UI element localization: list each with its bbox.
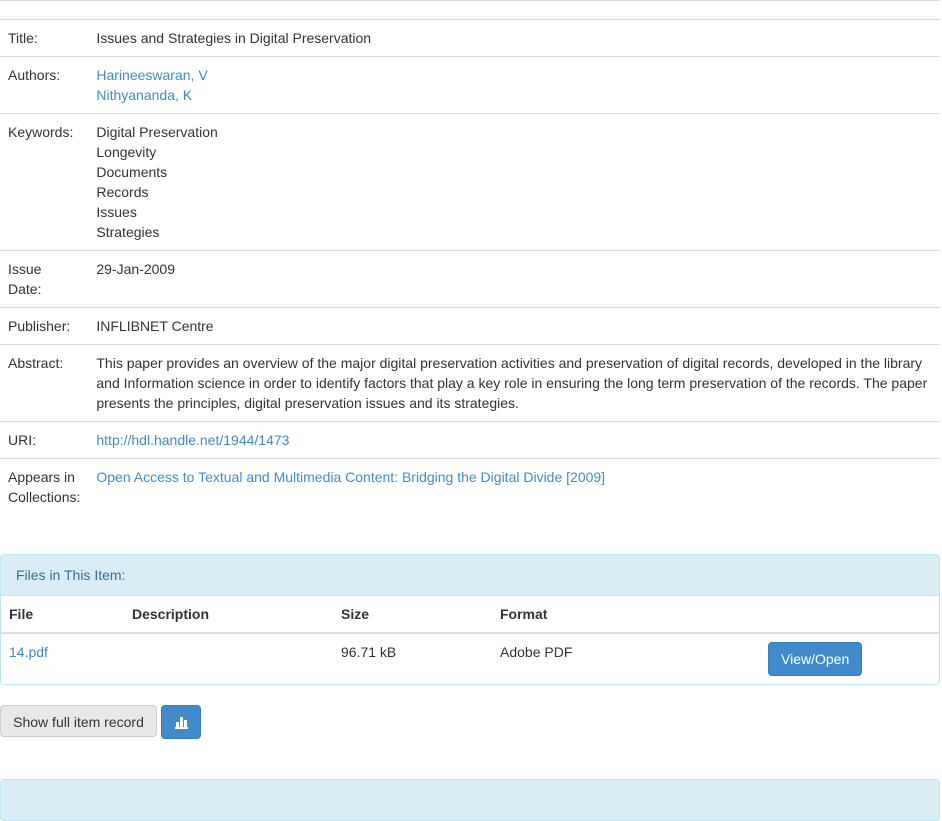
keywords-label: Keywords: bbox=[0, 113, 89, 251]
table-top-row bbox=[0, 0, 940, 20]
abstract-row: Abstract: This paper provides an overvie… bbox=[0, 344, 940, 422]
view-open-button[interactable]: View/Open bbox=[768, 642, 863, 676]
files-header-row: File Description Size Format bbox=[1, 596, 939, 634]
publisher-value: INFLIBNET Centre bbox=[88, 307, 940, 345]
publisher-row: Publisher: INFLIBNET Centre bbox=[0, 307, 940, 345]
action-cell: View/Open bbox=[760, 633, 939, 684]
author-link[interactable]: Harineeswaran, V bbox=[96, 67, 207, 83]
uri-row: URI: http://hdl.handle.net/1944/1473 bbox=[0, 421, 940, 459]
col-action bbox=[760, 596, 939, 634]
uri-label: URI: bbox=[0, 421, 89, 459]
publisher-label: Publisher: bbox=[0, 307, 89, 345]
keyword: Records bbox=[96, 184, 149, 200]
abstract-value: This paper provides an overview of the m… bbox=[88, 344, 940, 422]
format-cell: Adobe PDF bbox=[500, 644, 573, 660]
col-format: Format bbox=[492, 596, 760, 634]
table-row: 14.pdf 96.71 kB Adobe PDF View/Open bbox=[1, 633, 939, 684]
keyword: Documents bbox=[96, 164, 168, 180]
title-row: Title: Issues and Strategies in Digital … bbox=[0, 19, 940, 57]
authors-label: Authors: bbox=[0, 56, 89, 114]
files-panel-heading: Files in This Item: bbox=[1, 555, 939, 596]
bar-chart-icon bbox=[175, 717, 188, 729]
rights-notice-panel bbox=[0, 779, 940, 821]
issue-date-label-line: Date: bbox=[8, 281, 42, 297]
collections-label: Appears in Collections: bbox=[0, 458, 89, 521]
collections-value: Open Access to Textual and Multimedia Co… bbox=[88, 458, 940, 521]
keywords-row: Keywords: Digital Preservation Longevity… bbox=[0, 113, 940, 251]
col-description: Description bbox=[124, 596, 333, 634]
col-size: Size bbox=[333, 596, 492, 634]
keywords-value: Digital Preservation Longevity Documents… bbox=[88, 113, 940, 251]
keyword: Issues bbox=[96, 204, 137, 220]
keyword: Longevity bbox=[96, 144, 157, 160]
col-file: File bbox=[1, 596, 124, 634]
collections-label-line: Collections: bbox=[8, 489, 81, 505]
keyword: Digital Preservation bbox=[96, 124, 218, 140]
collections-label-line: Appears in bbox=[8, 469, 75, 485]
title-value: Issues and Strategies in Digital Preserv… bbox=[88, 19, 940, 57]
author-link[interactable]: Nithyananda, K bbox=[96, 87, 192, 103]
item-metadata-table: Title: Issues and Strategies in Digital … bbox=[0, 0, 940, 521]
collection-link[interactable]: Open Access to Textual and Multimedia Co… bbox=[96, 469, 605, 485]
file-cell: 14.pdf bbox=[1, 633, 124, 684]
description-cell bbox=[124, 633, 333, 684]
statistics-button[interactable] bbox=[161, 705, 201, 739]
size-cell: 96.71 kB bbox=[341, 644, 397, 660]
show-full-record-button[interactable]: Show full item record bbox=[0, 705, 157, 737]
issue-date-label-line: Issue bbox=[8, 261, 42, 277]
issue-date-row: Issue Date: 29-Jan-2009 bbox=[0, 250, 940, 308]
files-table: File Description Size Format 14.pdf 96.7… bbox=[1, 596, 939, 684]
authors-row: Authors: Harineeswaran, V Nithyananda, K bbox=[0, 56, 940, 114]
title-label: Title: bbox=[0, 19, 89, 57]
files-panel: Files in This Item: File Description Siz… bbox=[0, 554, 940, 685]
keyword: Strategies bbox=[96, 224, 160, 240]
file-link[interactable]: 14.pdf bbox=[9, 644, 48, 660]
uri-value: http://hdl.handle.net/1944/1473 bbox=[88, 421, 940, 459]
collections-row: Appears in Collections: Open Access to T… bbox=[0, 458, 940, 521]
issue-date-label: Issue Date: bbox=[0, 250, 89, 308]
issue-date-value: 29-Jan-2009 bbox=[88, 250, 940, 308]
uri-link[interactable]: http://hdl.handle.net/1944/1473 bbox=[96, 432, 289, 448]
abstract-label: Abstract: bbox=[0, 344, 89, 422]
authors-value: Harineeswaran, V Nithyananda, K bbox=[88, 56, 940, 114]
